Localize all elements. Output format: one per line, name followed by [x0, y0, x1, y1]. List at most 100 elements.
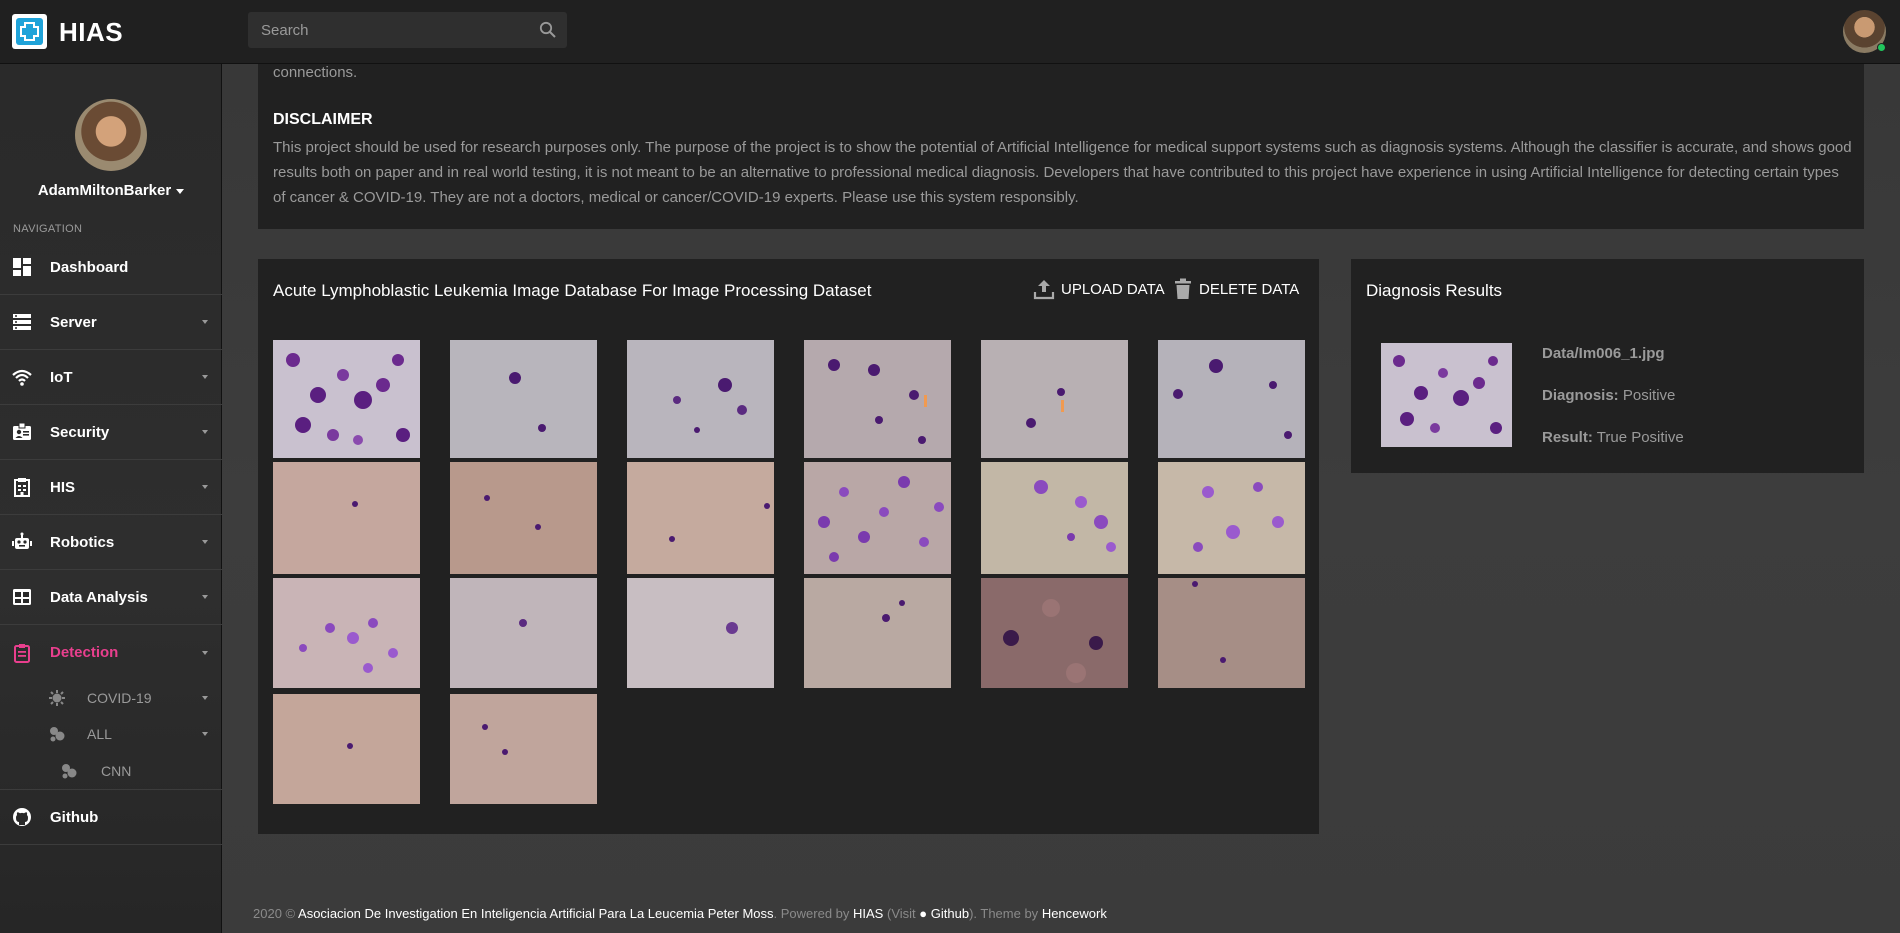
sidebar-item-label: Data Analysis	[50, 588, 148, 606]
diagnosis-image[interactable]	[1381, 343, 1512, 447]
chevron-down-icon	[202, 732, 208, 736]
sidebar-item-label: Github	[50, 808, 99, 826]
dataset-image[interactable]	[981, 340, 1128, 458]
footer-org-link[interactable]: Asociacion De Investigation En Inteligen…	[298, 906, 773, 921]
trash-icon	[1175, 278, 1191, 299]
footer: 2020 © Asociacion De Investigation En In…	[253, 906, 1107, 921]
hias-logo-icon[interactable]	[12, 14, 47, 49]
sidebar-item-his[interactable]: HIS	[0, 460, 222, 515]
sidebar-item-label: Server	[50, 313, 97, 331]
dataset-image[interactable]	[1158, 462, 1305, 574]
dataset-image[interactable]	[804, 462, 951, 574]
sidebar-subitem-covid-19[interactable]: COVID-19	[0, 680, 222, 716]
delete-data-label: DELETE DATA	[1199, 280, 1300, 298]
id-badge-icon	[13, 422, 31, 440]
sidebar-item-label: Robotics	[50, 533, 115, 551]
diagnosis-panel: Diagnosis Results Data/Im006_1.jpg Diagn…	[1351, 259, 1864, 473]
upload-data-label: UPLOAD DATA	[1061, 280, 1165, 298]
sidebar: AdamMiltonBarker NAVIGATION Dashboard Se…	[0, 64, 222, 933]
sidebar-item-iot[interactable]: IoT	[0, 350, 222, 405]
chevron-down-icon	[202, 375, 208, 379]
sidebar-item-github[interactable]: Github	[0, 790, 222, 845]
github-icon: ●	[919, 906, 928, 921]
chevron-down-icon	[202, 650, 208, 655]
search-icon[interactable]	[539, 21, 557, 39]
footer-hias-link[interactable]: HIAS	[853, 906, 883, 921]
brand-name[interactable]: HIAS	[59, 17, 123, 48]
navigation-label: NAVIGATION	[13, 223, 83, 235]
dataset-image[interactable]	[627, 340, 774, 458]
intro-fragment: connections.	[273, 64, 358, 81]
table-icon	[13, 589, 31, 605]
sidebar-subitem-label: CNN	[101, 762, 132, 779]
chevron-down-icon	[202, 540, 208, 544]
sidebar-item-label: IoT	[50, 368, 73, 386]
dataset-image[interactable]	[981, 462, 1128, 574]
dataset-image[interactable]	[273, 578, 420, 688]
virus-icon	[49, 690, 65, 706]
sidebar-user-menu[interactable]: AdamMiltonBarker	[0, 182, 222, 199]
dashboard-icon	[13, 258, 31, 276]
disclaimer-heading: DISCLAIMER	[273, 111, 373, 128]
dataset-image[interactable]	[1158, 578, 1305, 688]
delete-data-button[interactable]: DELETE DATA	[1173, 278, 1299, 300]
sidebar-item-robotics[interactable]: Robotics	[0, 515, 222, 570]
sidebar-subitem-label: ALL	[87, 726, 112, 742]
footer-github-link[interactable]: ● Github	[919, 906, 969, 921]
result-row: Result: True Positive	[1542, 429, 1684, 446]
sidebar-subitem-label: COVID-19	[87, 690, 152, 706]
chevron-down-icon	[202, 696, 208, 700]
github-icon	[13, 808, 31, 826]
sidebar-subitem-cnn[interactable]: CNN	[0, 752, 222, 790]
disclaimer-text: This project should be used for research…	[273, 139, 1852, 206]
sidebar-subitem-all[interactable]: ALL	[0, 716, 222, 752]
wifi-icon	[12, 369, 32, 386]
disclaimer-panel: connections. DISCLAIMER This project sho…	[258, 64, 1864, 229]
sidebar-item-detection[interactable]: Detection	[0, 625, 222, 680]
dataset-image[interactable]	[273, 462, 420, 574]
footer-theme-link[interactable]: Hencework	[1042, 906, 1107, 921]
chevron-down-icon	[202, 430, 208, 434]
server-icon	[13, 314, 31, 330]
top-bar: HIAS	[0, 0, 1900, 64]
cells-icon	[62, 763, 77, 778]
user-name: AdamMiltonBarker	[37, 182, 172, 199]
chevron-down-icon	[202, 320, 208, 324]
dataset-image[interactable]	[804, 340, 951, 458]
dataset-image[interactable]	[981, 578, 1128, 688]
hospital-icon	[14, 478, 30, 497]
caret-down-icon	[176, 188, 185, 194]
sidebar-item-security[interactable]: Security	[0, 405, 222, 460]
dataset-image[interactable]	[273, 694, 420, 804]
sidebar-item-data-analysis[interactable]: Data Analysis	[0, 570, 222, 625]
dataset-image[interactable]	[450, 462, 597, 574]
clipboard-icon	[14, 643, 30, 663]
sidebar-item-label: Detection	[50, 644, 119, 661]
sidebar-item-label: Dashboard	[50, 258, 129, 276]
dataset-image[interactable]	[804, 578, 951, 688]
dataset-image[interactable]	[450, 340, 597, 458]
sidebar-nav: Dashboard Server IoT Security HIS Roboti…	[0, 240, 222, 845]
dataset-image[interactable]	[627, 462, 774, 574]
upload-data-button[interactable]: UPLOAD DATA	[1033, 278, 1165, 300]
main-content: connections. DISCLAIMER This project sho…	[222, 64, 1900, 933]
search-input[interactable]	[248, 12, 528, 48]
search-box	[248, 12, 567, 48]
dataset-image[interactable]	[627, 578, 774, 688]
diagnosis-file: Data/Im006_1.jpg	[1542, 345, 1665, 362]
dataset-image[interactable]	[450, 578, 597, 688]
dataset-image[interactable]	[1158, 340, 1305, 458]
user-avatar[interactable]	[1843, 10, 1886, 53]
sidebar-item-dashboard[interactable]: Dashboard	[0, 240, 222, 295]
sidebar-item-label: HIS	[50, 478, 76, 496]
sidebar-item-server[interactable]: Server	[0, 295, 222, 350]
online-status-dot	[1877, 43, 1886, 52]
dataset-image[interactable]	[273, 340, 420, 458]
diagnosis-row: Diagnosis: Positive	[1542, 387, 1676, 404]
chevron-down-icon	[202, 595, 208, 599]
sidebar-item-label: Security	[50, 423, 110, 441]
sidebar-avatar	[75, 99, 147, 171]
cells-icon	[50, 727, 65, 742]
upload-icon	[1033, 280, 1055, 300]
dataset-image[interactable]	[450, 694, 597, 804]
